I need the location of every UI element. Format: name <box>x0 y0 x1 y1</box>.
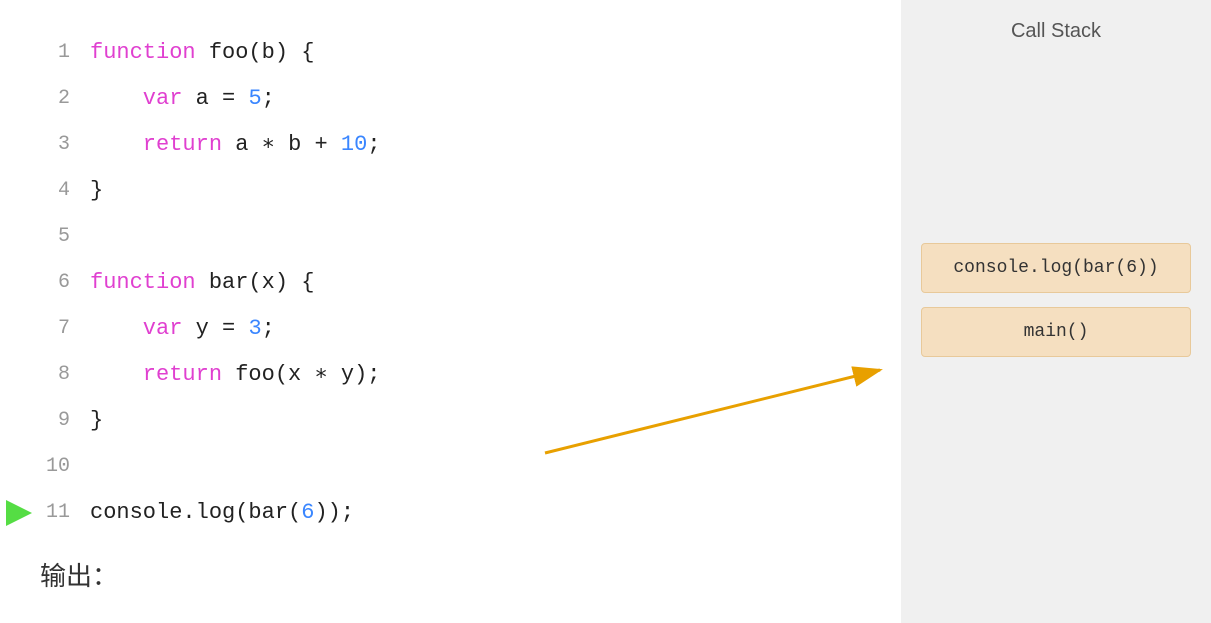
code-line-2: 2 var a = 5; <box>40 76 881 122</box>
code-line-5: 5 <box>40 214 881 260</box>
line-num-8: 8 <box>40 352 70 398</box>
line-num-11: 11 <box>40 490 70 536</box>
output-label: 输出： <box>40 561 118 591</box>
stack-item-1: main() <box>921 307 1191 357</box>
code-text-1: function foo(b) { <box>90 30 314 76</box>
main-content: 1 function foo(b) { 2 var a = 5; 3 retur… <box>0 0 901 623</box>
code-text-2: var a = 5; <box>90 76 275 122</box>
call-stack-title: Call Stack <box>921 20 1191 43</box>
code-line-8: 8 return foo(x ∗ y); <box>40 352 881 398</box>
stack-item-0: console.log(bar(6)) <box>921 243 1191 293</box>
line-num-9: 9 <box>40 398 70 444</box>
code-text-5 <box>90 214 103 260</box>
line-num-2: 2 <box>40 76 70 122</box>
call-stack-items: console.log(bar(6)) main() <box>921 243 1191 357</box>
code-text-8: return foo(x ∗ y); <box>90 352 381 398</box>
code-block: 1 function foo(b) { 2 var a = 5; 3 retur… <box>40 30 881 536</box>
code-line-1: 1 function foo(b) { <box>40 30 881 76</box>
code-line-6: 6 function bar(x) { <box>40 260 881 306</box>
code-line-11: 11 console.log(bar(6)); <box>40 490 881 536</box>
line-num-5: 5 <box>40 214 70 260</box>
call-stack-panel: Call Stack console.log(bar(6)) main() <box>901 0 1211 623</box>
code-text-7: var y = 3; <box>90 306 275 352</box>
line-num-1: 1 <box>40 30 70 76</box>
line-num-10: 10 <box>40 444 70 490</box>
code-text-9: } <box>90 398 103 444</box>
code-text-3: return a ∗ b + 10; <box>90 122 381 168</box>
output-section: 输出： <box>40 556 118 593</box>
code-line-7: 7 var y = 3; <box>40 306 881 352</box>
code-line-9: 9 } <box>40 398 881 444</box>
line-num-3: 3 <box>40 122 70 168</box>
code-line-3: 3 return a ∗ b + 10; <box>40 122 881 168</box>
code-text-4: } <box>90 168 103 214</box>
code-text-6: function bar(x) { <box>90 260 314 306</box>
code-line-10: 10 <box>40 444 881 490</box>
code-text-10 <box>90 444 103 490</box>
current-line-arrow <box>6 500 32 526</box>
line-num-4: 4 <box>40 168 70 214</box>
line-num-6: 6 <box>40 260 70 306</box>
code-line-4: 4 } <box>40 168 881 214</box>
code-text-11: console.log(bar(6)); <box>90 490 354 536</box>
line-num-7: 7 <box>40 306 70 352</box>
